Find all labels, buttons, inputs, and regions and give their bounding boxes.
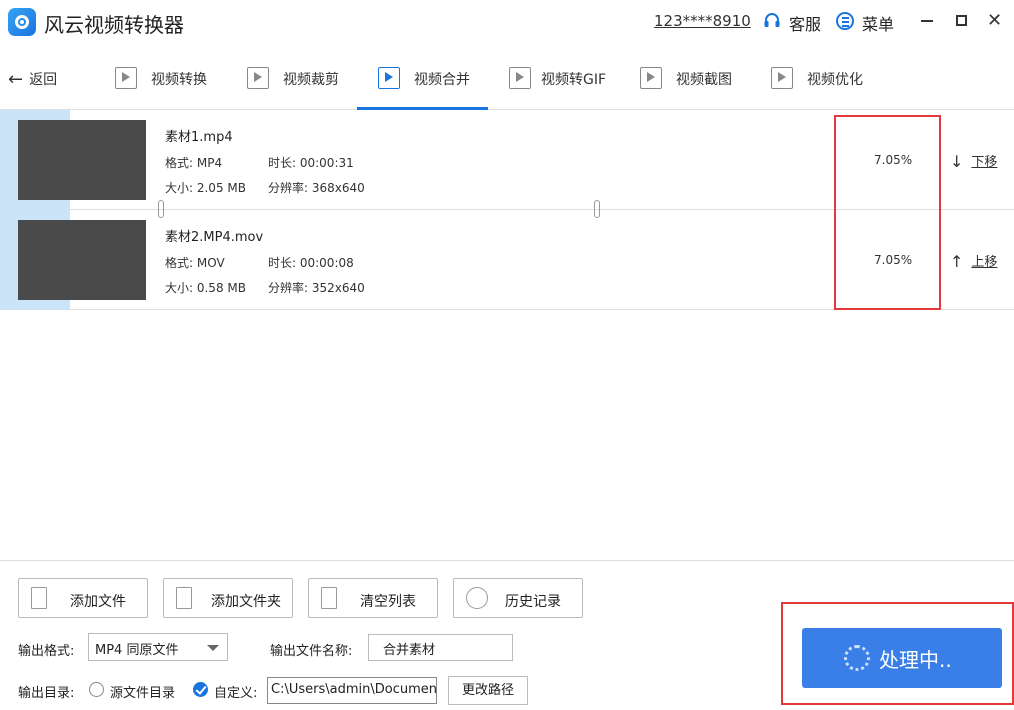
close-icon[interactable]: ✕ xyxy=(987,10,1002,31)
add-folder-label: 添加文件夹 xyxy=(211,594,281,610)
add-folder-button[interactable]: 添加文件夹 xyxy=(163,578,293,618)
file-duration: 时长: 00:00:08 xyxy=(268,256,354,270)
history-button[interactable]: 历史记录 xyxy=(453,578,583,618)
move-down-button[interactable]: ↓ 下移 xyxy=(950,151,998,171)
user-account-link[interactable]: 123****8910 xyxy=(654,12,751,30)
output-format-select[interactable]: MP4 同原文件 xyxy=(88,633,228,661)
title-bar: 风云视频转换器 123****8910 客服 菜单 ✕ xyxy=(0,0,1014,44)
custom-dir-radio[interactable] xyxy=(193,682,208,697)
menu-icon[interactable] xyxy=(836,12,854,30)
file-resolution: 分辨率: 352x640 xyxy=(268,281,365,295)
arrow-up-icon: ↑ xyxy=(950,252,964,271)
tab-label: 视频截图 xyxy=(676,72,732,88)
video-thumbnail xyxy=(18,220,146,300)
tab-label: 视频合并 xyxy=(414,72,470,88)
tab-label: 视频裁剪 xyxy=(283,72,339,88)
file-size: 大小: 2.05 MB xyxy=(165,181,246,195)
output-name-label: 输出文件名称: xyxy=(270,644,353,659)
add-folder-icon xyxy=(176,587,192,609)
trash-icon xyxy=(321,587,337,609)
function-tab-bar: ← 返回 视频转换 视频裁剪 视频合并 视频转GIF 视频截图 视频优化 xyxy=(0,54,1014,110)
add-file-icon xyxy=(31,587,47,609)
clear-list-button[interactable]: 清空列表 xyxy=(308,578,438,618)
headset-icon[interactable] xyxy=(763,12,781,30)
output-format-label: 输出格式: xyxy=(18,644,75,659)
optimize-icon xyxy=(771,67,793,89)
add-file-label: 添加文件 xyxy=(70,594,126,610)
back-arrow-icon: ← xyxy=(8,69,24,90)
clock-icon xyxy=(466,587,488,609)
output-format-value: MP4 同原文件 xyxy=(95,643,179,658)
tab-label: 视频转GIF xyxy=(541,72,607,88)
file-name: 素材2.MP4.mov xyxy=(165,230,264,245)
menu-button[interactable]: 菜单 xyxy=(862,11,894,35)
clear-list-label: 清空列表 xyxy=(360,594,416,610)
highlight-box-progress xyxy=(834,115,941,310)
arrow-down-icon: ↓ xyxy=(950,152,964,171)
file-format: 格式: MOV xyxy=(165,256,225,270)
loading-spinner-icon xyxy=(844,645,870,671)
file-format: 格式: MP4 xyxy=(165,156,223,170)
move-down-label: 下移 xyxy=(971,155,998,170)
gif-icon xyxy=(509,67,531,89)
change-path-button[interactable]: 更改路径 xyxy=(448,676,528,705)
app-logo-icon xyxy=(8,8,36,36)
screenshot-icon xyxy=(640,67,662,89)
minimize-icon[interactable] xyxy=(921,20,933,22)
back-button[interactable]: ← 返回 xyxy=(8,68,58,90)
source-dir-label[interactable]: 源文件目录 xyxy=(110,682,175,701)
move-up-label: 上移 xyxy=(971,255,998,270)
output-dir-label: 输出目录: xyxy=(18,686,75,701)
video-crop-icon xyxy=(247,67,269,89)
chevron-down-icon xyxy=(207,645,219,651)
video-thumbnail xyxy=(18,120,146,200)
maximize-icon[interactable] xyxy=(956,15,967,26)
custom-dir-label[interactable]: 自定义: xyxy=(214,682,257,701)
history-label: 历史记录 xyxy=(505,594,561,610)
process-label: 处理中.. xyxy=(879,648,952,672)
file-name: 素材1.mp4 xyxy=(165,130,233,145)
tab-label: 视频优化 xyxy=(807,72,863,88)
file-resolution: 分辨率: 368x640 xyxy=(268,181,365,195)
app-title: 风云视频转换器 xyxy=(44,13,184,37)
add-file-button[interactable]: 添加文件 xyxy=(18,578,148,618)
output-path-input[interactable]: C:\Users\admin\Documents xyxy=(267,677,437,704)
video-merge-icon xyxy=(378,67,400,89)
file-size: 大小: 0.58 MB xyxy=(165,281,246,295)
process-button[interactable]: 处理中.. xyxy=(802,628,1002,688)
source-dir-radio[interactable] xyxy=(89,682,104,697)
back-label: 返回 xyxy=(29,72,58,88)
move-up-button[interactable]: ↑ 上移 xyxy=(950,251,998,271)
output-name-input[interactable]: 合并素材 xyxy=(368,634,513,661)
video-convert-icon xyxy=(115,67,137,89)
tab-label: 视频转换 xyxy=(151,72,207,88)
customer-service-button[interactable]: 客服 xyxy=(789,11,821,35)
file-duration: 时长: 00:00:31 xyxy=(268,156,354,170)
